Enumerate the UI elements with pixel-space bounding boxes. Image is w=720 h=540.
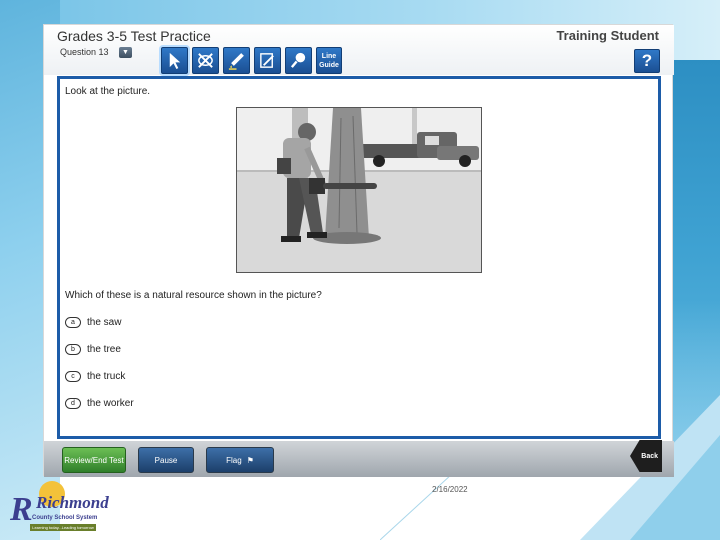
- choice-text: the truck: [87, 371, 126, 382]
- choice-bubble[interactable]: d: [65, 398, 81, 409]
- magnifier-tool-button[interactable]: [285, 47, 312, 74]
- choice-bubble[interactable]: a: [65, 317, 81, 328]
- choice-bubble[interactable]: c: [65, 371, 81, 382]
- app-header: Grades 3-5 Test Practice Question 13 ▼ T…: [44, 25, 674, 75]
- test-app-window: Grades 3-5 Test Practice Question 13 ▼ T…: [43, 24, 674, 477]
- help-button[interactable]: ?: [634, 49, 660, 73]
- pause-button[interactable]: Pause: [138, 447, 194, 473]
- notepad-icon: [260, 53, 274, 68]
- line-guide-button[interactable]: Line Guide: [316, 47, 342, 74]
- answer-choice-d[interactable]: d the worker: [65, 398, 134, 409]
- choice-text: the tree: [87, 344, 121, 355]
- choice-text: the worker: [87, 398, 134, 409]
- question-number: Question 13: [60, 47, 109, 57]
- question-dropdown-button[interactable]: ▼: [119, 47, 132, 58]
- flag-icon: ⚑: [246, 455, 254, 465]
- flag-button[interactable]: Flag ⚑: [206, 447, 274, 473]
- question-text: Which of these is a natural resource sho…: [65, 290, 322, 301]
- pointer-tool-button[interactable]: [161, 47, 188, 74]
- answer-choice-a[interactable]: a the saw: [65, 317, 121, 328]
- student-name: Training Student: [556, 28, 659, 43]
- magnifier-icon: [290, 52, 306, 68]
- chevron-down-icon: ▼: [122, 49, 129, 56]
- eliminator-icon: [198, 53, 213, 68]
- choice-bubble[interactable]: b: [65, 344, 81, 355]
- flag-button-label: Flag: [226, 455, 242, 465]
- question-panel: Look at the picture. Which of these is a…: [57, 76, 661, 439]
- question-prompt: Look at the picture.: [65, 86, 151, 97]
- pointer-icon: [169, 52, 181, 70]
- question-picture: [236, 107, 482, 273]
- answer-choice-b[interactable]: b the tree: [65, 344, 121, 355]
- svg-text:R: R: [9, 491, 33, 528]
- app-footer: Review/End Test Pause Flag ⚑ Back: [44, 440, 674, 477]
- toolbar: Line Guide: [161, 47, 342, 74]
- lumberjack-illustration: [237, 108, 481, 272]
- test-title: Grades 3-5 Test Practice: [57, 28, 211, 44]
- highlighter-icon: [228, 53, 244, 70]
- choice-text: the saw: [87, 317, 122, 328]
- highlighter-tool-button[interactable]: [223, 47, 250, 74]
- eliminator-tool-button[interactable]: [192, 47, 219, 74]
- back-button[interactable]: Back: [630, 440, 662, 472]
- logo-name: Richmond: [36, 493, 109, 512]
- slide-date: 2/16/2022: [432, 485, 468, 494]
- answer-choice-c[interactable]: c the truck: [65, 371, 125, 382]
- review-end-test-button[interactable]: Review/End Test: [62, 447, 126, 473]
- notepad-tool-button[interactable]: [254, 47, 281, 74]
- logo-tagline: Learning today...Leading tomorrow: [30, 524, 96, 531]
- logo-subtitle: County School System: [32, 515, 98, 521]
